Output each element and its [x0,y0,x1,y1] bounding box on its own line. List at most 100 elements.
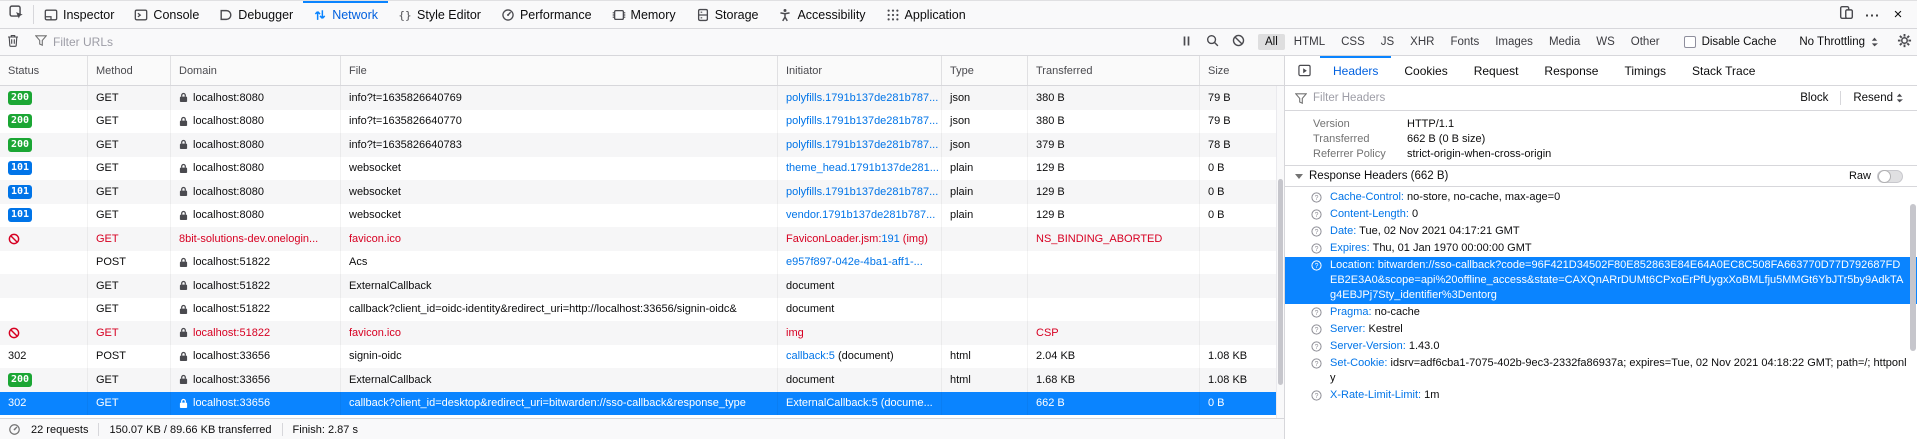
column-header-status[interactable]: Status [0,56,88,85]
initiator-link[interactable]: e957f897-042e-4ba1-aff1-... [786,256,923,268]
request-row[interactable]: 200GETlocalhost:33656ExternalCallbackdoc… [0,368,1284,392]
request-row[interactable]: 302GETlocalhost:33656callback?client_id=… [0,392,1284,416]
column-header-type[interactable]: Type [942,56,1028,85]
scrollbar-thumb[interactable] [1910,204,1916,351]
header-info-icon[interactable]: ? [1311,307,1322,318]
type-filter-js[interactable]: JS [1374,34,1401,50]
scrollbar-thumb[interactable] [1278,179,1283,385]
column-header-file[interactable]: File [341,56,778,85]
headers-filter-input[interactable] [1313,92,1788,104]
type-filter-css[interactable]: CSS [1334,34,1372,50]
header-info-icon[interactable]: ? [1311,390,1322,401]
request-row[interactable]: 101GETlocalhost:8080websocketvendor.1791… [0,204,1284,228]
tab-network[interactable]: Network [303,1,388,28]
column-header-method[interactable]: Method [88,56,171,85]
tab-storage[interactable]: Storage [686,1,769,28]
header-info-icon[interactable]: ? [1311,243,1322,254]
details-tab-request[interactable]: Request [1461,56,1532,85]
tab-debugger[interactable]: Debugger [209,1,303,28]
responsive-design-mode-button[interactable] [1833,3,1859,27]
tab-performance[interactable]: Performance [491,1,602,28]
header-info-icon[interactable]: ? [1311,209,1322,220]
column-header-domain[interactable]: Domain [171,56,341,85]
details-scrollbar[interactable] [1909,112,1917,439]
type-filter-other[interactable]: Other [1624,34,1667,50]
tab-memory[interactable]: Memory [602,1,686,28]
type-filter-images[interactable]: Images [1488,34,1540,50]
response-header-row[interactable]: ?X-Rate-Limit-Limit: 1m [1285,387,1917,404]
type-filter-media[interactable]: Media [1542,34,1587,50]
response-header-row[interactable]: ?Server-Version: 1.43.0 [1285,338,1917,355]
request-row[interactable]: 200GETlocalhost:8080info?t=1635826640783… [0,133,1284,157]
details-tab-response[interactable]: Response [1531,56,1611,85]
column-header-transferred[interactable]: Transferred [1028,56,1200,85]
response-header-row[interactable]: ?Server: Kestrel [1285,321,1917,338]
pause-traffic-button[interactable] [1173,31,1199,53]
network-action-icon[interactable] [1285,56,1320,85]
initiator-link[interactable]: polyfills.1791b137de281b787... [786,92,938,104]
details-tab-cookies[interactable]: Cookies [1391,56,1460,85]
request-row[interactable]: 302POSTlocalhost:33656signin-oidccallbac… [0,345,1284,369]
initiator-link[interactable]: polyfills.1791b137de281b787... [786,139,938,151]
column-header-initiator[interactable]: Initiator [778,56,942,85]
initiator-link[interactable]: callback:5 [786,350,835,362]
tab-inspector[interactable]: Inspector [34,1,124,28]
type-filter-ws[interactable]: WS [1589,34,1622,50]
close-devtools-button[interactable]: × [1885,3,1911,27]
details-tab-headers[interactable]: Headers [1320,56,1391,85]
requests-summary-icon[interactable] [8,423,21,436]
response-header-row[interactable]: ?Cache-Control: no-store, no-cache, max-… [1285,189,1917,206]
request-row[interactable]: 101GETlocalhost:8080websockettheme_head.… [0,157,1284,181]
initiator-link[interactable]: theme_head.1791b137de281... [786,162,939,174]
header-info-icon[interactable]: ? [1311,341,1322,352]
har-settings-button[interactable] [1891,31,1917,53]
response-header-row[interactable]: ?Expires: Thu, 01 Jan 1970 00:00:00 GMT [1285,240,1917,257]
response-header-row[interactable]: ?Date: Tue, 02 Nov 2021 04:17:21 GMT [1285,223,1917,240]
details-tab-timings[interactable]: Timings [1611,56,1679,85]
response-header-row[interactable]: ?Location: bitwarden://sso-callback?code… [1285,257,1917,304]
resend-button[interactable]: Resend [1847,92,1909,104]
disable-cache-control[interactable]: Disable Cache [1674,36,1787,48]
clear-requests-button[interactable] [0,31,26,53]
tab-console[interactable]: Console [124,1,209,28]
tab-application[interactable]: Application [876,1,976,28]
block-url-button[interactable]: Block [1794,92,1834,104]
request-row[interactable]: 200GETlocalhost:8080info?t=1635826640770… [0,110,1284,134]
header-info-icon[interactable]: ? [1311,260,1322,271]
request-row[interactable]: POSTlocalhost:51822Acse957f897-042e-4ba1… [0,251,1284,275]
initiator-link[interactable]: polyfills.1791b137de281b787... [786,186,938,198]
url-filter-input[interactable] [53,35,913,49]
response-header-row[interactable]: ?Content-Length: 0 [1285,206,1917,223]
request-row[interactable]: GETlocalhost:51822ExternalCallbackdocume… [0,274,1284,298]
element-picker-button[interactable] [0,1,33,28]
tab-styleeditor[interactable]: {}Style Editor [388,1,491,28]
type-filter-fonts[interactable]: Fonts [1443,34,1486,50]
devtools-menu-button[interactable]: ⋯ [1859,3,1885,27]
search-requests-button[interactable] [1199,31,1225,53]
request-row[interactable]: GETlocalhost:51822callback?client_id=oid… [0,298,1284,322]
details-tab-stack-trace[interactable]: Stack Trace [1679,56,1768,85]
column-header-size[interactable]: Size [1200,56,1284,85]
header-info-icon[interactable]: ? [1311,226,1322,237]
raw-toggle[interactable] [1877,170,1903,183]
request-row[interactable]: 200GETlocalhost:8080info?t=1635826640769… [0,86,1284,110]
tab-accessibility[interactable]: Accessibility [768,1,875,28]
request-row[interactable]: GETlocalhost:51822favicon.icoimgCSP [0,321,1284,345]
request-list-scrollbar[interactable] [1276,86,1284,418]
request-row[interactable]: GET8bit-solutions-dev.onelogin...favicon… [0,227,1284,251]
response-header-row[interactable]: ?Pragma: no-cache [1285,304,1917,321]
header-info-icon[interactable]: ? [1311,192,1322,203]
initiator-link[interactable]: vendor.1791b137de281b787... [786,209,935,221]
header-info-icon[interactable]: ? [1311,358,1322,369]
type-filter-all[interactable]: All [1258,34,1285,50]
initiator-link[interactable]: polyfills.1791b137de281b787... [786,115,938,127]
type-filter-xhr[interactable]: XHR [1403,34,1441,50]
response-header-row[interactable]: ?Set-Cookie: idsrv=adf6cba1-7075-402b-9e… [1285,355,1917,387]
request-row[interactable]: 101GETlocalhost:8080websocketpolyfills.1… [0,180,1284,204]
type-filter-html[interactable]: HTML [1287,34,1332,50]
response-headers-section[interactable]: Response Headers (662 B) Raw [1285,165,1917,187]
disable-cache-checkbox[interactable] [1684,36,1696,48]
header-info-icon[interactable]: ? [1311,324,1322,335]
block-requests-button[interactable] [1225,31,1251,53]
throttling-dropdown[interactable]: No Throttling [1787,36,1890,48]
